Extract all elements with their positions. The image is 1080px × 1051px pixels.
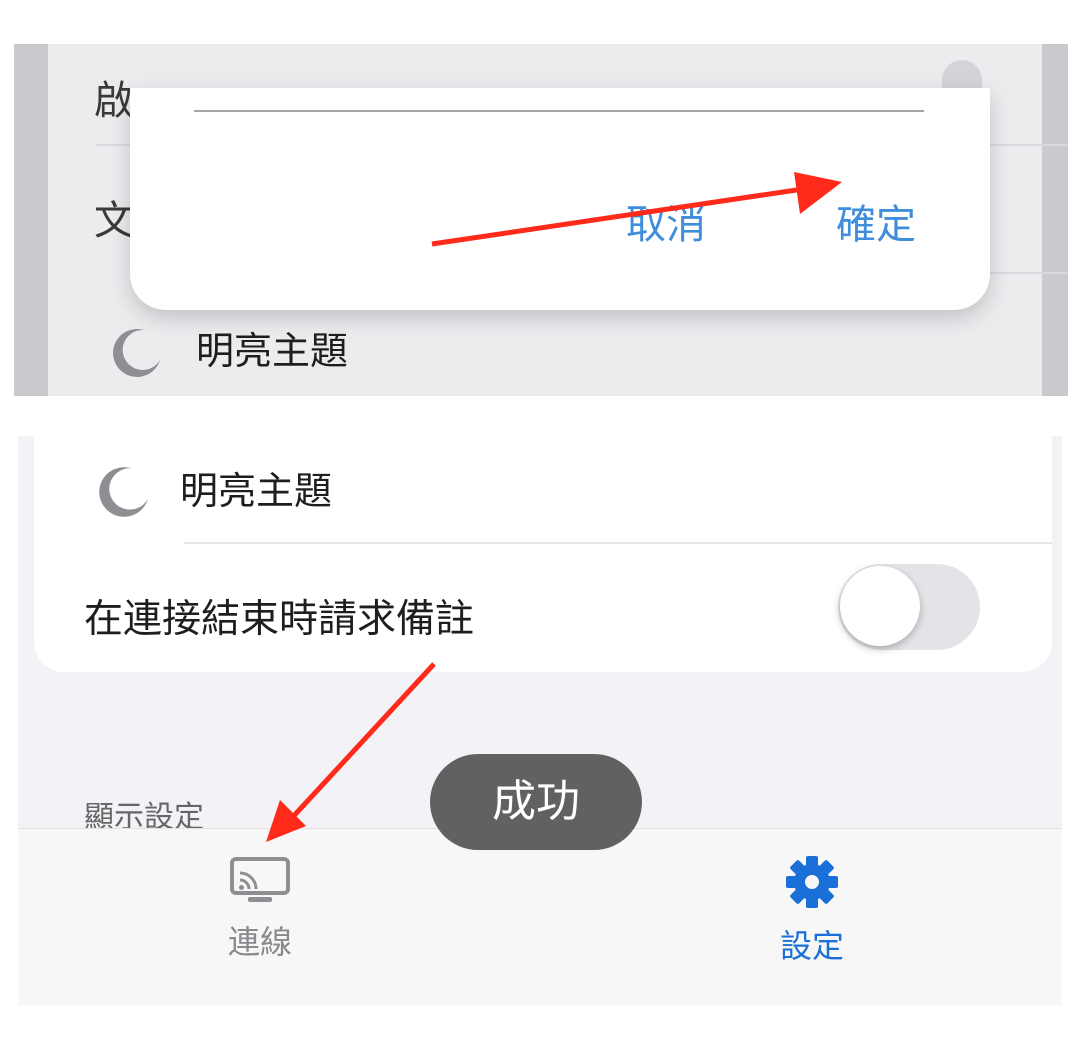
bottom-screenshot: 明亮主題 在連接結束時請求備註 顯示設定 連線 設定: [18, 436, 1062, 1006]
tab-settings[interactable]: 設定: [742, 855, 882, 967]
request-note-label: 在連接結束時請求備註: [84, 597, 475, 642]
tab-connect[interactable]: 連線: [190, 855, 330, 963]
tab-connect-label: 連線: [227, 923, 292, 961]
tab-settings-label: 設定: [779, 927, 844, 965]
theme-row-label[interactable]: 明亮主題: [196, 320, 348, 375]
tab-bar: 連線 設定: [18, 828, 1062, 1006]
gear-icon: [785, 856, 839, 913]
confirm-button[interactable]: 確定: [836, 192, 916, 250]
clipped-row-text: 啟: [94, 78, 134, 124]
settings-group: 明亮主題 在連接結束時請求備註: [34, 436, 1052, 672]
request-note-toggle[interactable]: [838, 564, 980, 650]
toggle-thumb: [840, 566, 920, 646]
moon-icon: [106, 322, 166, 386]
row-divider: [184, 542, 1052, 544]
cancel-button[interactable]: 取消: [626, 192, 706, 250]
clipped-row-text: 文: [94, 198, 134, 244]
success-toast: 成功: [430, 754, 642, 850]
moon-icon: [92, 460, 154, 526]
dialog-input-underline[interactable]: [194, 110, 924, 112]
confirm-dialog: 取消 確定: [130, 88, 990, 310]
top-screenshot: 啟 文 明亮主題 取消 確定: [14, 44, 1068, 396]
theme-row-label[interactable]: 明亮主題: [180, 460, 332, 515]
cast-screen-icon: [228, 857, 292, 909]
